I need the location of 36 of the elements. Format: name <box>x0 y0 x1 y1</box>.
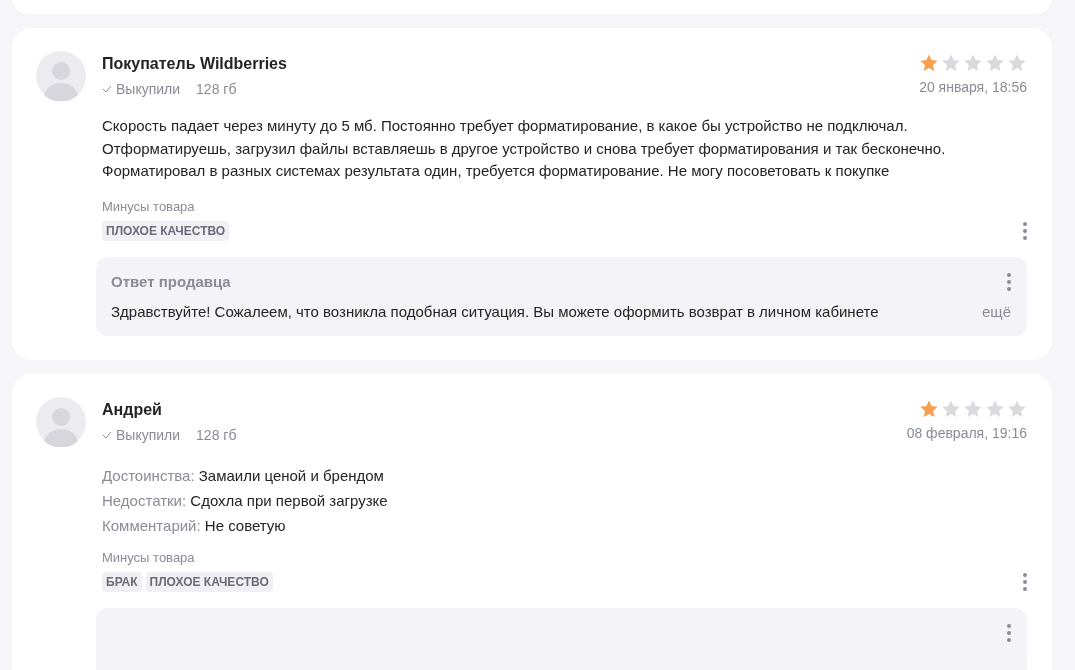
field-value: Замаили ценой и брендом <box>198 466 384 484</box>
purchase-status: Выкупили <box>116 426 181 443</box>
reply-text: Здравствуйте! Сожалеем, что возникла подобная ситуация. Вы можете оформить возврат в личном кабинете <box>111 302 879 320</box>
avatar-icon <box>36 51 86 101</box>
field-value: Не советую <box>204 516 286 534</box>
field-label: Недостатки: <box>102 491 187 509</box>
purchase-status: Выкупили <box>116 81 181 97</box>
review-date: 20 января, 18:56 <box>919 79 1027 95</box>
star-icon <box>941 53 961 73</box>
variant-label: 128 гб <box>196 81 237 97</box>
more-icon[interactable] <box>1023 221 1027 240</box>
field-label: Комментарий: <box>102 516 201 534</box>
star-icon <box>985 53 1005 73</box>
star-icon <box>963 53 983 73</box>
tag: БРАК <box>102 571 142 592</box>
star-icon <box>919 53 939 73</box>
field-label: Достоинства: <box>102 466 195 484</box>
review-text: Скорость падает через минуту до 5 мб. Постоянно требует форматирование, в какое бы устройство не подключал. Отформатируешь, загрузил файлы вставляешь в другое устройство и снова требует форматирования и так бесконечно. Форматировал в разных системах результата один, требуется форматирование. Не могу посоветовать к покупке <box>102 116 947 181</box>
check-icon <box>102 84 112 94</box>
more-icon[interactable] <box>1007 272 1011 291</box>
more-icon[interactable] <box>1007 623 1011 642</box>
tag: ПЛОХОЕ КАЧЕСТВО <box>102 220 230 241</box>
check-icon <box>102 429 112 440</box>
author-name: Покупатель Wildberries <box>102 55 288 73</box>
cons-label: Минусы товара <box>102 549 196 565</box>
field-value: Сдохла при первой загрузке <box>190 491 388 509</box>
author-name: Андрей <box>102 400 163 419</box>
review-date: 08 февраля, 19:16 <box>906 424 1027 441</box>
reply-title: Ответ продавца <box>111 273 231 290</box>
tag: ПЛОХОЕ КАЧЕСТВО <box>145 571 273 592</box>
variant-label: 128 гб <box>196 426 237 443</box>
more-icon[interactable] <box>1023 572 1027 591</box>
star-icon <box>1007 53 1027 73</box>
cons-label: Минусы товара <box>102 198 196 214</box>
more-link[interactable]: ещё <box>981 302 1011 320</box>
avatar-icon <box>36 396 86 447</box>
